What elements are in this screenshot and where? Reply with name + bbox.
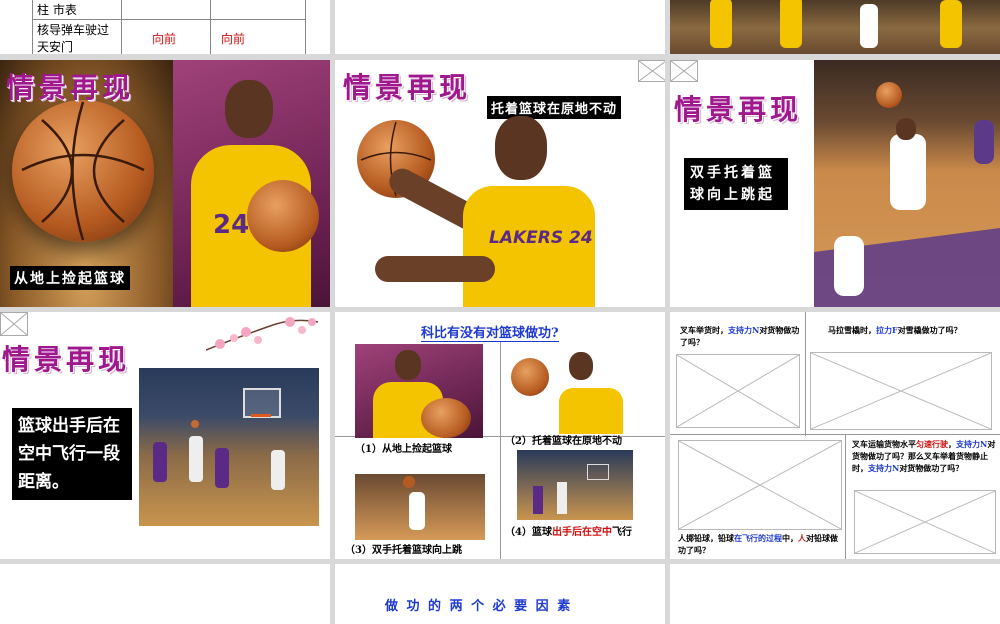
slide-title: 科比有没有对篮球做功?: [421, 322, 559, 342]
slide-thumb-10[interactable]: [0, 564, 330, 624]
thumb-arena-shot: [517, 450, 633, 520]
slide-title: 情景再现: [674, 93, 803, 126]
table-cell: 向前: [210, 19, 306, 54]
caption-4-part: （4）篮球: [505, 527, 552, 538]
kobe-holding-ball-photo: LAKERS 24: [355, 116, 655, 307]
kobe-jumping-photo: [814, 60, 1000, 307]
grid-divider: [805, 312, 806, 436]
question-1: 叉车举货时，支持力N对货物做功了吗？: [680, 324, 804, 348]
question-highlight: 拉力F: [876, 325, 898, 335]
question-text: 马拉雪橇时，: [828, 325, 876, 335]
question-text: 叉车运输货物水平: [852, 439, 916, 449]
slide-thumb-5[interactable]: 情景再现 托着篮球在原地不动 LAKERS 24: [335, 60, 665, 307]
slide-caption: 双手托着篮球向上跳起: [684, 158, 788, 210]
question-highlight: 支持力N: [956, 439, 988, 449]
slide-caption: 篮球出手后在空中飞行一段距离。: [12, 408, 132, 500]
image-placeholder: [854, 490, 996, 554]
table-row: 核导弹车驶过天安门 向前 向前: [32, 19, 306, 54]
table-cell: [210, 0, 306, 20]
question-4: 人掷铅球，铅球在飞行的过程中，人对铅球做功了吗？: [678, 532, 844, 556]
question-text: 人掷铅球，铅球: [678, 533, 734, 543]
image-placeholder: [670, 60, 698, 82]
slide-thumb-9[interactable]: 叉车举货时，支持力N对货物做功了吗？ 马拉雪橇时，拉力F对雪橇做功了吗？ 人掷铅…: [670, 312, 1000, 559]
thumb-kobe-portrait: [355, 344, 483, 438]
cherry-blossom-icon: [205, 314, 320, 354]
jersey-text: LAKERS 24: [489, 228, 593, 248]
table-cell: [121, 0, 211, 20]
slide-title: 情景再现: [343, 71, 472, 104]
slide-thumb-8[interactable]: 科比有没有对篮球做功? （1）从地上捡起篮球 （2）托着篮球在原地不动 （3）双…: [335, 312, 665, 559]
caption-3: （3）双手托着篮球向上跳: [345, 545, 462, 556]
caption-4: （4）篮球出手后在空中飞行: [505, 526, 665, 540]
slide-thumb-7[interactable]: 情景再现 篮球出手后在空中飞行一段距离。: [0, 312, 330, 559]
caption-4-highlight: 出手后在空中: [551, 527, 612, 538]
image-placeholder: [0, 312, 28, 336]
thumb-kobe-holding: [507, 348, 637, 434]
slide-thumb-2[interactable]: [335, 0, 665, 54]
table-cell: 核导弹车驶过天安门: [32, 19, 122, 54]
image-placeholder: [678, 440, 842, 530]
caption-2: （2）托着篮球在原地不动: [505, 436, 622, 447]
question-3: 叉车运输货物水平匀速行驶，支持力N对货物做功了吗？那么叉车举着货物静止时，支持力…: [852, 438, 998, 474]
image-placeholder: [638, 60, 665, 82]
caption-1: （1）从地上捡起篮球: [355, 444, 452, 455]
slide-title-partial: 做 功 的 两 个 必 要 因 素: [385, 599, 573, 614]
slide-title: 情景再现: [6, 71, 135, 104]
table-row: 柱 市表: [32, 0, 306, 20]
image-placeholder: [676, 354, 800, 428]
basketball-game-photo: [670, 0, 1000, 54]
caption-4-part: 飞行: [611, 527, 632, 538]
grid-divider: [670, 434, 1000, 435]
table-cell: 向前: [121, 19, 211, 54]
slide-thumb-3[interactable]: [670, 0, 1000, 54]
thumb-kobe-jumping: [355, 474, 485, 540]
slide-thumb-4[interactable]: 情景再现 从地上捡起篮球 24: [0, 60, 330, 307]
basketball-icon: [12, 100, 154, 242]
slide-thumb-1[interactable]: 柱 市表 核导弹车驶过天安门 向前 向前: [0, 0, 330, 54]
slide-thumb-11[interactable]: 做 功 的 两 个 必 要 因 素: [335, 564, 665, 624]
question-highlight: 人: [798, 533, 806, 543]
question-text: 对雪橇做功了吗？: [897, 325, 962, 335]
question-highlight: 支持力N: [728, 325, 760, 335]
question-2: 马拉雪橇时，拉力F对雪橇做功了吗？: [828, 324, 998, 336]
question-text: 叉车举货时，: [680, 325, 728, 335]
kobe-portrait-photo: 24: [173, 60, 330, 307]
question-highlight: 支持力N: [868, 463, 900, 473]
grid-divider: [845, 434, 846, 559]
slide-caption: 从地上捡起篮球: [10, 266, 130, 290]
comparison-table: 柱 市表 核导弹车驶过天安门 向前 向前: [32, 0, 306, 54]
slide-thumb-6[interactable]: 情景再现 双手托着篮球向上跳起: [670, 60, 1000, 307]
question-highlight: 在飞行的过程: [734, 533, 782, 543]
arena-shot-photo: [139, 368, 319, 526]
grid-divider: [500, 342, 501, 559]
question-highlight: 匀速行驶: [916, 439, 948, 449]
table-cell: 柱 市表: [32, 0, 122, 20]
slide-title: 情景再现: [2, 343, 131, 376]
slide-thumb-12[interactable]: [670, 564, 1000, 624]
question-text: 对货物做功了吗？: [899, 463, 964, 473]
question-text: 中，: [782, 533, 798, 543]
image-placeholder: [810, 352, 992, 430]
question-text: ，: [948, 439, 956, 449]
